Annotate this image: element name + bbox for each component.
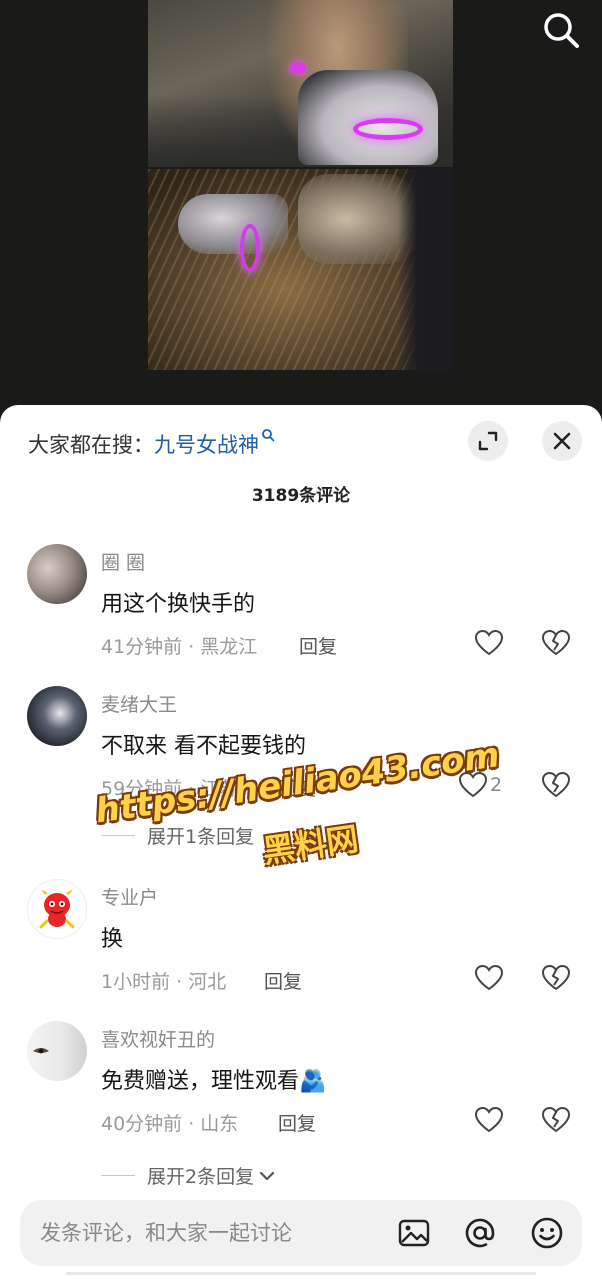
- video-frame-bottom: [148, 169, 453, 370]
- red-dragon-icon: [39, 889, 75, 929]
- comment-username[interactable]: 麦绪大王: [101, 690, 177, 717]
- hug-emoji: 🫂: [299, 1069, 327, 1094]
- search-button[interactable]: [539, 8, 583, 52]
- expand-replies-label: 展开1条回复: [147, 826, 255, 848]
- avatar[interactable]: [27, 686, 87, 746]
- comment-count-title: 3189条评论: [251, 486, 351, 506]
- expand-icon: [478, 431, 498, 451]
- at-icon: [465, 1218, 495, 1248]
- divider-line: [101, 1175, 135, 1176]
- dislike-button[interactable]: [541, 628, 571, 658]
- eye-icon: [33, 1048, 49, 1054]
- like-button[interactable]: [474, 963, 504, 993]
- broken-heart-icon: [541, 771, 571, 798]
- emoji-icon: [531, 1217, 563, 1249]
- image-button[interactable]: [396, 1215, 432, 1251]
- comment-input-bar: [20, 1200, 582, 1266]
- broken-heart-icon: [541, 629, 571, 656]
- video-area[interactable]: [0, 0, 602, 420]
- broken-heart-icon: [541, 1106, 571, 1133]
- reply-button[interactable]: 回复: [278, 1109, 316, 1136]
- mention-button[interactable]: [462, 1215, 498, 1251]
- expand-replies-button[interactable]: 展开1条回复: [101, 822, 254, 849]
- hot-search: 大家都在搜： 九号女战神: [28, 429, 275, 459]
- close-icon: [553, 432, 571, 450]
- fallen-scooter-figure: [178, 194, 288, 254]
- comment-meta: 40分钟前 · 山东: [101, 1113, 239, 1135]
- like-button[interactable]: [474, 628, 504, 658]
- broken-heart-icon: [541, 964, 571, 991]
- avatar[interactable]: [27, 879, 87, 939]
- heart-icon: [474, 629, 504, 656]
- heart-icon: [474, 1106, 504, 1133]
- reply-button[interactable]: 回复: [299, 632, 337, 659]
- comment-meta: 59分钟前 · 江苏: [101, 778, 239, 800]
- scooter-figure: [298, 70, 438, 165]
- comment-username[interactable]: 圈 圈: [101, 548, 145, 575]
- comment-username[interactable]: 专业户: [101, 883, 158, 910]
- comment-meta: 1小时前 · 河北: [101, 971, 227, 993]
- home-indicator: [66, 1272, 536, 1275]
- comment-username[interactable]: 喜欢视奸丑的: [101, 1025, 215, 1052]
- like-button[interactable]: [458, 770, 488, 800]
- scooter-light: [353, 118, 423, 140]
- comment-input[interactable]: [40, 1200, 380, 1266]
- expand-button[interactable]: [468, 421, 508, 461]
- dark-edge: [398, 169, 453, 370]
- like-button[interactable]: [474, 1105, 504, 1135]
- comment-sheet: 大家都在搜： 九号女战神 3189条评论 圈 圈 用这个换快手的 41分钟前 ·…: [0, 405, 602, 1280]
- fallen-scooter-light: [240, 224, 260, 272]
- comment-text-body: 免费赠送，理性观看: [101, 1069, 300, 1094]
- comment-text: 免费赠送，理性观看🫂: [101, 1063, 326, 1095]
- expand-replies-button[interactable]: 展开2条回复: [101, 1162, 276, 1189]
- scooter-light-small: [290, 62, 306, 74]
- dislike-button[interactable]: [541, 770, 571, 800]
- close-button[interactable]: [542, 421, 582, 461]
- heart-icon: [458, 771, 488, 798]
- keyword-search-icon: [262, 429, 275, 442]
- dislike-button[interactable]: [541, 1105, 571, 1135]
- reply-button[interactable]: 回复: [264, 967, 302, 994]
- comment-text: 不取来 看不起要钱的: [101, 734, 306, 759]
- like-count: 2: [490, 774, 503, 796]
- expand-replies-label: 展开2条回复: [147, 1166, 255, 1188]
- avatar[interactable]: [27, 544, 87, 604]
- hot-search-label: 大家都在搜：: [28, 433, 154, 457]
- hot-search-keyword[interactable]: 九号女战神: [154, 429, 259, 459]
- divider-line: [101, 835, 135, 836]
- image-icon: [398, 1219, 430, 1247]
- video-frame-top: [148, 0, 453, 167]
- comment-text: 换: [101, 927, 124, 952]
- avatar[interactable]: [27, 1021, 87, 1081]
- heart-icon: [474, 964, 504, 991]
- emoji-button[interactable]: [529, 1215, 565, 1251]
- dislike-button[interactable]: [541, 963, 571, 993]
- comment-text: 用这个换快手的: [101, 592, 256, 617]
- search-icon: [544, 13, 579, 48]
- chevron-down-icon: [259, 1171, 275, 1180]
- comment-meta: 41分钟前 · 黑龙江: [101, 636, 258, 658]
- reply-button[interactable]: 回复: [278, 774, 316, 801]
